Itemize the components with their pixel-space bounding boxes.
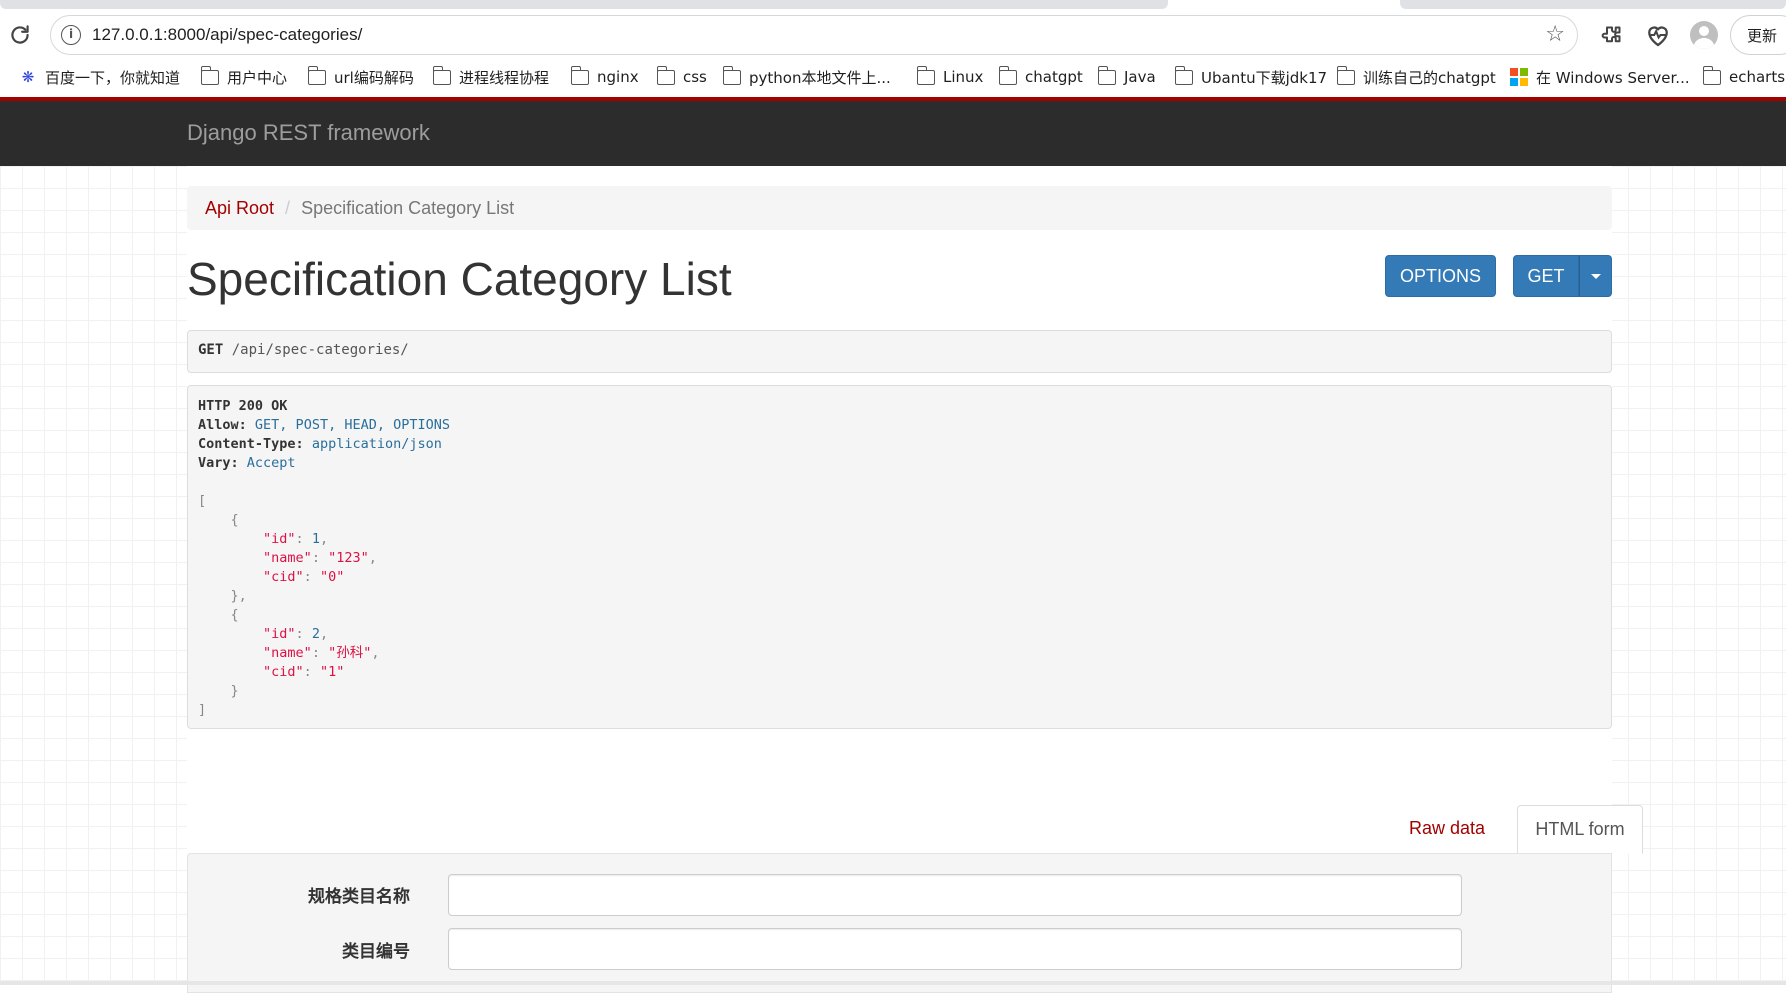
json-value: "123": [328, 550, 369, 566]
bookmark-label: chatgpt: [1025, 68, 1083, 86]
url-text[interactable]: 127.0.0.1:8000/api/spec-categories/: [92, 25, 362, 45]
options-button[interactable]: OPTIONS: [1385, 255, 1496, 297]
bookmark-label: 在 Windows Server...: [1536, 68, 1690, 87]
bookmark-label: python本地文件上...: [749, 68, 891, 87]
profile-avatar[interactable]: [1690, 21, 1718, 49]
bookmark-folder[interactable]: Ubantu下载jdk17: [1174, 62, 1328, 92]
json-value: 1: [311, 531, 320, 547]
bookmark-folder[interactable]: python本地文件上...: [722, 62, 891, 92]
folder-icon: [570, 65, 589, 85]
json-value: 2: [311, 626, 320, 642]
spec-name-input[interactable]: [448, 874, 1462, 916]
page-background: Api Root / Specification Category List S…: [0, 166, 1786, 993]
folder-icon: [656, 65, 675, 85]
folder-icon: [998, 65, 1017, 85]
bookmark-baidu[interactable]: ❋ 百度一下，你就知道: [19, 62, 180, 92]
header-value: Accept: [246, 455, 296, 471]
folder-icon: [916, 65, 935, 85]
bookmark-label: 用户中心: [227, 68, 288, 87]
field-label-category-number: 类目编号: [342, 942, 410, 962]
tab-raw-data[interactable]: Raw data: [1377, 805, 1517, 853]
tab-html-form[interactable]: HTML form: [1517, 805, 1643, 854]
drf-navbar: Django REST framework: [0, 97, 1786, 166]
bookmark-folder[interactable]: echarts: [1702, 62, 1786, 92]
folder-icon: [432, 65, 451, 85]
bookmark-folder[interactable]: url编码解码: [307, 62, 414, 92]
bookmark-folder[interactable]: chatgpt: [998, 62, 1083, 92]
bookmark-label: Linux: [943, 68, 984, 86]
content-container: Api Root / Specification Category List S…: [187, 166, 1643, 993]
browser-chrome: i 127.0.0.1:8000/api/spec-categories/ ☆ …: [0, 0, 1786, 97]
folder-icon: [307, 65, 326, 85]
bookmark-label: 训练自己的chatgpt: [1363, 68, 1496, 87]
microsoft-logo-icon: [1510, 68, 1528, 86]
bookmark-label: css: [683, 68, 707, 86]
address-bar[interactable]: i 127.0.0.1:8000/api/spec-categories/ ☆: [50, 15, 1578, 55]
request-info: GET /api/spec-categories/: [187, 330, 1612, 373]
bookmarks-bar: ❋ 百度一下，你就知道 用户中心 url编码解码 进程线程协程 nginx cs…: [0, 62, 1786, 92]
tab-strip: [0, 0, 1786, 9]
update-button[interactable]: 更新: [1730, 15, 1786, 55]
category-number-input[interactable]: [448, 928, 1462, 970]
bookmark-folder[interactable]: Java: [1097, 62, 1156, 92]
request-method: GET: [198, 342, 224, 358]
extensions-puzzle-icon[interactable]: [1597, 20, 1627, 50]
folder-icon: [1336, 65, 1355, 85]
bookmark-folder[interactable]: 进程线程协程: [432, 62, 550, 92]
folder-icon: [1702, 65, 1721, 85]
bookmark-label: 百度一下，你就知道: [45, 68, 181, 87]
json-value: "1": [319, 664, 345, 680]
field-label-spec-name: 规格类目名称: [308, 887, 410, 907]
browser-tab[interactable]: [1400, 0, 1786, 9]
folder-icon: [722, 65, 741, 85]
page-title: Specification Category List: [187, 253, 732, 305]
breadcrumb-separator: /: [285, 197, 291, 218]
header-value: application/json: [311, 436, 442, 452]
bookmark-label: Ubantu下载jdk17: [1201, 68, 1328, 87]
folder-icon: [1174, 65, 1193, 85]
bookmark-windows-server[interactable]: 在 Windows Server...: [1510, 62, 1690, 92]
header-key: Content-Type:: [198, 436, 304, 452]
navbar-brand[interactable]: Django REST framework: [187, 120, 430, 146]
folder-icon: [1097, 65, 1116, 85]
request-path: /api/spec-categories/: [223, 342, 409, 358]
bookmark-label: echarts: [1729, 68, 1786, 86]
get-button[interactable]: GET: [1513, 255, 1579, 297]
browser-tab[interactable]: [0, 0, 1168, 9]
bookmark-folder[interactable]: Linux: [916, 62, 984, 92]
html-form-panel: 规格类目名称 类目编号: [187, 853, 1612, 993]
header-key: Vary:: [198, 455, 239, 471]
window-bottom-edge: [0, 981, 1786, 985]
response-status: HTTP 200 OK: [198, 398, 288, 414]
bookmark-label: 进程线程协程: [459, 68, 550, 87]
bookmark-label: url编码解码: [334, 68, 414, 87]
bookmark-label: Java: [1124, 68, 1156, 86]
bookmark-folder[interactable]: css: [656, 62, 707, 92]
bookmark-star-icon[interactable]: ☆: [1545, 22, 1565, 47]
site-info-icon[interactable]: i: [61, 25, 81, 45]
json-value: "0": [319, 569, 345, 585]
performance-heart-icon[interactable]: [1643, 20, 1673, 50]
header-key: Allow:: [198, 417, 247, 433]
bookmark-label: nginx: [597, 68, 639, 86]
breadcrumb-api-root[interactable]: Api Root: [205, 198, 274, 219]
response-info: HTTP 200 OK Allow: GET, POST, HEAD, OPTI…: [187, 385, 1612, 729]
folder-icon: [200, 65, 219, 85]
json-value: "孙科": [328, 645, 372, 661]
bookmark-folder[interactable]: 训练自己的chatgpt: [1336, 62, 1496, 92]
breadcrumb: Api Root / Specification Category List: [187, 186, 1612, 230]
header-value: GET, POST, HEAD, OPTIONS: [254, 417, 450, 433]
baidu-paw-icon: ❋: [21, 68, 35, 86]
breadcrumb-current: Specification Category List: [301, 197, 515, 218]
bookmark-folder[interactable]: 用户中心: [200, 62, 288, 92]
bookmark-folder[interactable]: nginx: [570, 62, 639, 92]
reload-icon[interactable]: [7, 22, 33, 48]
get-format-dropdown-toggle[interactable]: [1579, 255, 1612, 297]
